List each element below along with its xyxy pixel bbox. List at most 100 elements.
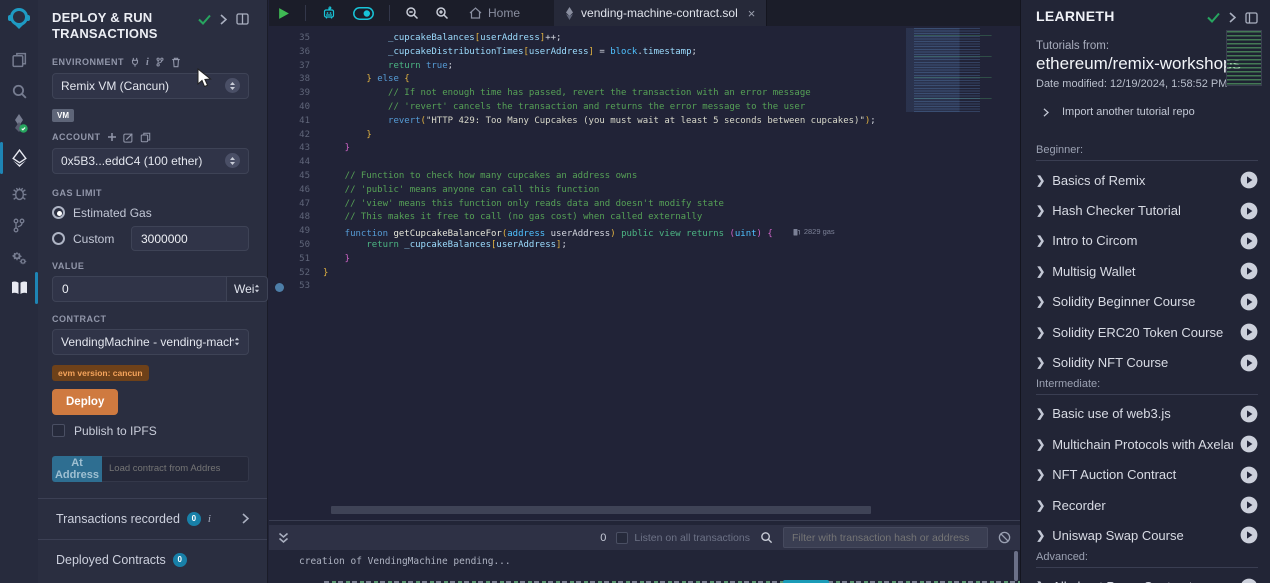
publish-ipfs-row[interactable]: Publish to IPFS <box>52 424 249 438</box>
tutorial-item[interactable]: ❯NFT Auction Contract <box>1036 460 1258 490</box>
play-tutorial-button[interactable] <box>1240 232 1258 250</box>
listen-all-row[interactable]: Listen on all transactions <box>616 532 750 544</box>
line-number[interactable]: 42 <box>269 129 310 143</box>
close-tab-icon[interactable]: × <box>748 6 756 21</box>
deploy-and-run-icon[interactable] <box>0 143 38 173</box>
line-number[interactable]: 47 <box>269 198 310 212</box>
play-tutorial-button[interactable] <box>1240 262 1258 280</box>
code-line[interactable]: 47// 'view' means this function only rea… <box>269 198 1020 212</box>
tutorial-item[interactable]: ❯Basics of Remix <box>1036 165 1258 195</box>
estimated-gas-radio-row[interactable]: Estimated Gas <box>52 203 249 223</box>
code-line[interactable]: 41revert("HTTP 429: Too Many Cupcakes (y… <box>269 115 1020 129</box>
custom-gas-radio-row[interactable]: Custom <box>52 229 249 249</box>
tutorial-item[interactable]: ❯Solidity ERC20 Token Course <box>1036 317 1258 347</box>
play-tutorial-button[interactable] <box>1240 496 1258 514</box>
line-number[interactable]: 39 <box>269 87 310 101</box>
code-line[interactable]: 43} <box>269 142 1020 156</box>
learneth-expand-icon[interactable] <box>1229 12 1236 23</box>
tutorial-item[interactable]: ❯Recorder <box>1036 490 1258 520</box>
tutorial-item[interactable]: ❯Hash Checker Tutorial <box>1036 195 1258 225</box>
learneth-plugin-icon[interactable] <box>0 273 38 303</box>
publish-ipfs-checkbox[interactable] <box>52 424 65 437</box>
at-address-input[interactable] <box>102 456 249 482</box>
estimated-gas-radio[interactable] <box>52 206 65 219</box>
debugger-icon[interactable] <box>0 178 38 208</box>
panel-expand-icon[interactable] <box>220 14 227 25</box>
zoom-out-icon[interactable] <box>397 0 427 26</box>
code-line[interactable]: 52} <box>269 267 1020 281</box>
tutorial-item[interactable]: ❯Multichain Protocols with Axelar <box>1036 429 1258 459</box>
line-number[interactable]: 50 <box>269 239 310 253</box>
clear-terminal-icon[interactable] <box>998 531 1011 544</box>
tutorial-item[interactable]: ❯Multisig Wallet <box>1036 256 1258 286</box>
import-repo-row[interactable]: Import another tutorial repo <box>1043 106 1258 118</box>
play-tutorial-button[interactable] <box>1240 293 1258 311</box>
play-tutorial-button[interactable] <box>1240 466 1258 484</box>
line-number[interactable]: 37 <box>269 60 310 74</box>
value-input[interactable] <box>52 276 227 302</box>
line-number[interactable]: 40 <box>269 101 310 115</box>
line-number[interactable]: 51 <box>269 253 310 267</box>
code-line[interactable]: 42} <box>269 129 1020 143</box>
tutorial-item[interactable]: ❯Uniswap Swap Course <box>1036 520 1258 550</box>
fork-env-icon[interactable] <box>155 57 165 67</box>
remix-logo-icon[interactable] <box>0 6 38 32</box>
zoom-in-icon[interactable] <box>427 0 457 26</box>
line-number[interactable]: 38 <box>269 73 310 87</box>
learneth-pin-icon[interactable] <box>1245 12 1258 24</box>
value-unit-select[interactable]: Wei <box>227 276 268 302</box>
tutorial-item[interactable]: ❯Solidity Beginner Course <box>1036 287 1258 317</box>
play-tutorial-button[interactable] <box>1240 526 1258 544</box>
ai-assistant-icon[interactable] <box>313 0 345 26</box>
terminal-filter-input[interactable] <box>783 527 988 548</box>
tutorial-item[interactable]: ❯All about Proxy Contracts <box>1036 572 1258 583</box>
tutorial-item[interactable]: ❯Basic use of web3.js <box>1036 399 1258 429</box>
terminal-scrollbar[interactable] <box>1014 551 1018 581</box>
custom-gas-input[interactable] <box>131 226 249 251</box>
settings-icon[interactable] <box>0 242 38 272</box>
home-tab[interactable]: Home <box>457 6 532 20</box>
play-tutorial-button[interactable] <box>1240 435 1258 453</box>
line-number[interactable]: 35 <box>269 32 310 46</box>
terminal-collapse-icon[interactable] <box>278 532 289 544</box>
code-line[interactable]: 46// 'public' means anyone can call this… <box>269 184 1020 198</box>
play-tutorial-button[interactable] <box>1240 354 1258 372</box>
run-script-button[interactable] <box>269 0 298 26</box>
environment-select[interactable]: Remix VM (Cancun) <box>52 73 249 99</box>
breakpoint-marker[interactable] <box>275 283 284 292</box>
tutorial-item[interactable]: ❯Intro to Circom <box>1036 226 1258 256</box>
line-number[interactable]: 49 <box>269 225 310 239</box>
solidity-compiler-icon[interactable] <box>0 108 38 138</box>
trash-icon[interactable] <box>171 57 181 68</box>
terminal-search-icon[interactable] <box>760 531 773 544</box>
tutorial-item[interactable]: ❯Solidity NFT Course <box>1036 347 1258 377</box>
transactions-info-icon[interactable]: i <box>208 513 211 525</box>
plug-icon[interactable] <box>130 57 140 67</box>
editor-minimap[interactable] <box>906 28 1003 112</box>
account-select[interactable]: 0x5B3...eddC4 (100 ether) <box>52 148 249 174</box>
sign-message-icon[interactable] <box>123 132 134 143</box>
at-address-button[interactable]: At Address <box>52 456 102 482</box>
code-line[interactable]: 50return _cupcakeBalances[userAddress]; <box>269 239 1020 253</box>
file-explorer-icon[interactable] <box>0 44 38 74</box>
contract-select[interactable]: VendingMachine - vending-machin <box>52 329 249 355</box>
copy-address-icon[interactable] <box>140 132 151 143</box>
custom-gas-radio[interactable] <box>52 232 65 245</box>
line-number[interactable]: 52 <box>269 267 310 281</box>
code-line[interactable]: 53 <box>269 280 1020 294</box>
line-number[interactable]: 43 <box>269 142 310 156</box>
line-number[interactable]: 44 <box>269 156 310 170</box>
play-tutorial-button[interactable] <box>1240 202 1258 220</box>
deployed-contracts-section[interactable]: Deployed Contracts 0 <box>38 539 267 580</box>
code-editor[interactable]: 35_cupcakeBalances[userAddress]++;36_cup… <box>269 26 1020 506</box>
line-number[interactable]: 41 <box>269 115 310 129</box>
line-number[interactable]: 45 <box>269 170 310 184</box>
play-tutorial-button[interactable] <box>1240 578 1258 583</box>
env-info-icon[interactable]: i <box>146 57 149 68</box>
panel-pin-icon[interactable] <box>236 13 249 25</box>
line-number[interactable]: 48 <box>269 211 310 225</box>
listen-all-checkbox[interactable] <box>616 532 628 544</box>
add-account-icon[interactable] <box>107 132 117 142</box>
code-line[interactable]: 44 <box>269 156 1020 170</box>
code-line[interactable]: 45// Function to check how many cupcakes… <box>269 170 1020 184</box>
